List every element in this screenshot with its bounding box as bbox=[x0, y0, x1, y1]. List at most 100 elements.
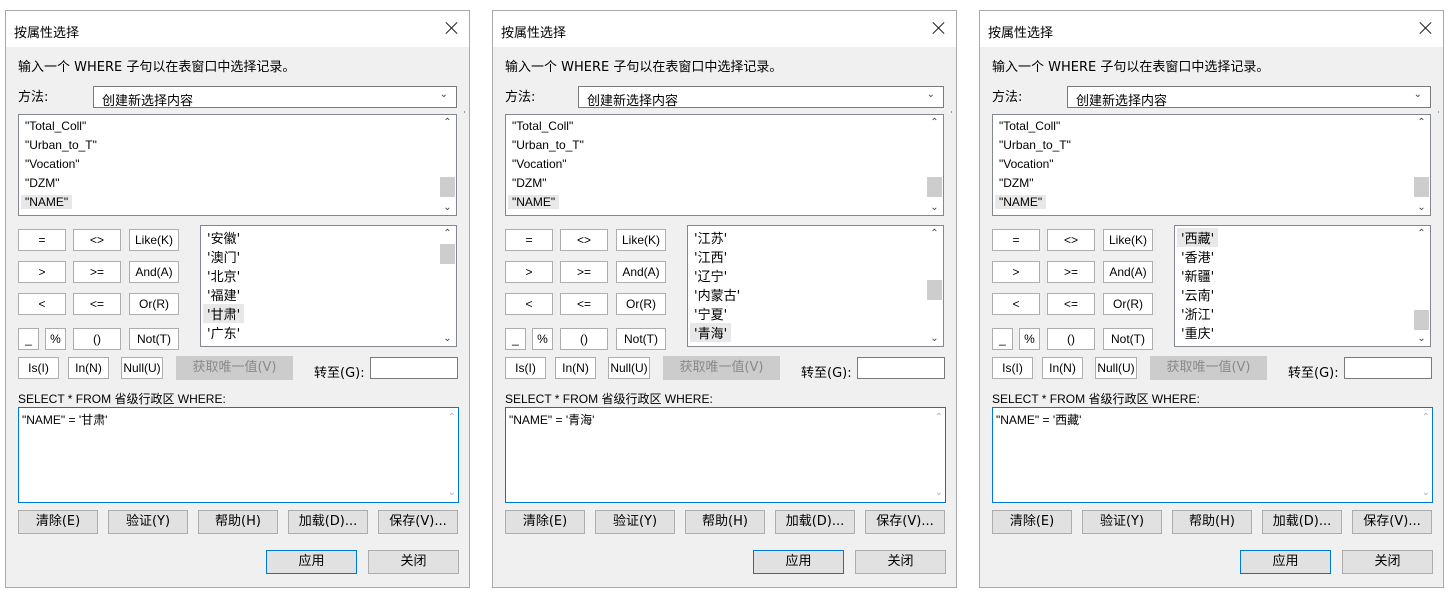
scroll-down-icon[interactable]: ⌄ bbox=[1413, 202, 1430, 213]
scroll-down-icon[interactable]: ⌄ bbox=[439, 333, 456, 344]
load-button[interactable]: 加载(D)... bbox=[775, 510, 855, 534]
operator-like-button[interactable]: Like(K) bbox=[1103, 229, 1153, 251]
apply-button[interactable]: 应用 bbox=[266, 550, 357, 574]
scroll-down-icon[interactable]: ⌄ bbox=[1413, 333, 1430, 344]
operator-like-button[interactable]: Like(K) bbox=[616, 229, 666, 251]
scroll-up-icon[interactable]: ⌃ bbox=[1413, 117, 1430, 128]
save-button[interactable]: 保存(V)... bbox=[378, 510, 458, 534]
value-item[interactable]: '广西' bbox=[207, 342, 240, 346]
field-item[interactable]: "Total_Coll" bbox=[512, 119, 573, 133]
clear-button[interactable]: 清除(E) bbox=[992, 510, 1072, 534]
value-item[interactable]: '江西' bbox=[694, 247, 727, 266]
apply-button[interactable]: 应用 bbox=[1240, 550, 1331, 574]
null-button[interactable]: Null(U) bbox=[121, 357, 163, 379]
field-item[interactable]: "DZM" bbox=[512, 176, 547, 190]
operator-and-button[interactable]: And(A) bbox=[1103, 261, 1153, 283]
value-item[interactable]: '内蒙古' bbox=[694, 285, 740, 304]
scroll-down-icon[interactable]: ⌄ bbox=[926, 333, 943, 344]
scroll-up-icon[interactable]: ⌃ bbox=[926, 117, 943, 128]
method-dropdown[interactable]: 创建新选择内容 ⌄ bbox=[578, 86, 944, 109]
method-dropdown[interactable]: 创建新选择内容 ⌄ bbox=[93, 86, 457, 109]
values-scrollbar[interactable]: ⌃ ⌄ bbox=[926, 226, 943, 346]
field-item[interactable]: "NAME" bbox=[508, 195, 560, 209]
scroll-up-icon[interactable]: ⌃ bbox=[1422, 412, 1430, 423]
scroll-thumb[interactable] bbox=[440, 177, 455, 197]
unique-values-list[interactable]: '西藏' '香港' '新疆' '云南' '浙江' '重庆' ⌃ ⌄ bbox=[1174, 225, 1431, 347]
scroll-thumb[interactable] bbox=[440, 244, 455, 264]
value-item[interactable]: '安徽' bbox=[207, 228, 240, 247]
operator-less-button[interactable]: < bbox=[992, 293, 1040, 315]
scroll-down-icon[interactable]: ⌄ bbox=[448, 487, 456, 498]
fields-scrollbar[interactable]: ⌃ ⌄ bbox=[439, 115, 456, 215]
help-button[interactable]: 帮助(H) bbox=[1172, 510, 1252, 534]
value-item[interactable]: '青海' bbox=[690, 323, 732, 342]
is-button[interactable]: Is(I) bbox=[18, 357, 59, 379]
get-unique-values-button[interactable]: 获取唯一值(V) bbox=[663, 356, 780, 380]
field-item[interactable]: "DZM" bbox=[999, 176, 1034, 190]
scroll-up-icon[interactable]: ⌃ bbox=[1413, 228, 1430, 239]
load-button[interactable]: 加载(D)... bbox=[1262, 510, 1342, 534]
field-item[interactable]: "Urban_to_T" bbox=[512, 138, 584, 152]
expression-textbox[interactable]: "NAME" = '青海' ⌃ ⌄ bbox=[505, 407, 946, 503]
operator-less-equal-button[interactable]: <= bbox=[560, 293, 608, 315]
apply-button[interactable]: 应用 bbox=[753, 550, 844, 574]
value-item[interactable]: '甘肃' bbox=[203, 304, 245, 323]
operator-parentheses-button[interactable]: () bbox=[1047, 328, 1095, 350]
operator-or-button[interactable]: Or(R) bbox=[1103, 293, 1153, 315]
value-item[interactable]: '山东' bbox=[694, 342, 727, 346]
operator-not-equals-button[interactable]: <> bbox=[73, 229, 121, 251]
fields-list[interactable]: "Total_Coll" "Urban_to_T" "Vocation" "DZM" "… bbox=[505, 114, 944, 216]
field-item[interactable]: "Urban_to_T" bbox=[999, 138, 1071, 152]
save-button[interactable]: 保存(V)... bbox=[1352, 510, 1432, 534]
value-item[interactable]: '福建' bbox=[207, 285, 240, 304]
operator-or-button[interactable]: Or(R) bbox=[616, 293, 666, 315]
clear-button[interactable]: 清除(E) bbox=[18, 510, 98, 534]
goto-input[interactable] bbox=[857, 357, 945, 379]
save-button[interactable]: 保存(V)... bbox=[865, 510, 945, 534]
scroll-down-icon[interactable]: ⌄ bbox=[1422, 487, 1430, 498]
operator-greater-equal-button[interactable]: >= bbox=[560, 261, 608, 283]
close-button[interactable]: 关闭 bbox=[368, 550, 459, 574]
operator-underscore-button[interactable]: _ bbox=[992, 328, 1013, 350]
is-button[interactable]: Is(I) bbox=[505, 357, 546, 379]
scroll-up-icon[interactable]: ⌃ bbox=[935, 412, 943, 423]
help-button[interactable]: 帮助(H) bbox=[685, 510, 765, 534]
value-item[interactable]: '宁夏' bbox=[694, 304, 727, 323]
operator-less-equal-button[interactable]: <= bbox=[1047, 293, 1095, 315]
value-item[interactable]: '云南' bbox=[1181, 285, 1214, 304]
verify-button[interactable]: 验证(Y) bbox=[1082, 510, 1162, 534]
operator-greater-equal-button[interactable]: >= bbox=[1047, 261, 1095, 283]
method-dropdown[interactable]: 创建新选择内容 ⌄ bbox=[1067, 86, 1431, 109]
in-button[interactable]: In(N) bbox=[555, 357, 596, 379]
operator-and-button[interactable]: And(A) bbox=[616, 261, 666, 283]
value-item[interactable]: '新疆' bbox=[1181, 266, 1214, 285]
operator-greater-button[interactable]: > bbox=[18, 261, 66, 283]
value-item[interactable]: '辽宁' bbox=[694, 266, 727, 285]
value-item[interactable]: '浙江' bbox=[1181, 304, 1214, 323]
close-icon[interactable] bbox=[437, 13, 467, 43]
fields-list[interactable]: "Total_Coll" "Urban_to_T" "Vocation" "DZM" "… bbox=[992, 114, 1431, 216]
goto-input[interactable] bbox=[370, 357, 458, 379]
operator-percent-button[interactable]: % bbox=[1019, 328, 1040, 350]
expression-textbox[interactable]: "NAME" = '甘肃' ⌃ ⌄ bbox=[18, 407, 459, 503]
in-button[interactable]: In(N) bbox=[68, 357, 109, 379]
operator-less-button[interactable]: < bbox=[505, 293, 553, 315]
scroll-up-icon[interactable]: ⌃ bbox=[439, 228, 456, 239]
operator-underscore-button[interactable]: _ bbox=[18, 328, 39, 350]
null-button[interactable]: Null(U) bbox=[608, 357, 650, 379]
operator-equals-button[interactable]: = bbox=[18, 229, 66, 251]
operator-percent-button[interactable]: % bbox=[532, 328, 553, 350]
scroll-up-icon[interactable]: ⌃ bbox=[439, 117, 456, 128]
value-item[interactable]: '香港' bbox=[1181, 247, 1214, 266]
verify-button[interactable]: 验证(Y) bbox=[108, 510, 188, 534]
operator-like-button[interactable]: Like(K) bbox=[129, 229, 179, 251]
fields-list[interactable]: "Total_Coll" "Urban_to_T" "Vocation" "DZM" "… bbox=[18, 114, 457, 216]
operator-or-button[interactable]: Or(R) bbox=[129, 293, 179, 315]
expression-textbox[interactable]: "NAME" = '西藏' ⌃ ⌄ bbox=[992, 407, 1433, 503]
in-button[interactable]: In(N) bbox=[1042, 357, 1083, 379]
operator-equals-button[interactable]: = bbox=[505, 229, 553, 251]
fields-scrollbar[interactable]: ⌃ ⌄ bbox=[926, 115, 943, 215]
operator-underscore-button[interactable]: _ bbox=[505, 328, 526, 350]
value-item[interactable]: '重庆' bbox=[1181, 323, 1214, 342]
operator-less-button[interactable]: < bbox=[18, 293, 66, 315]
